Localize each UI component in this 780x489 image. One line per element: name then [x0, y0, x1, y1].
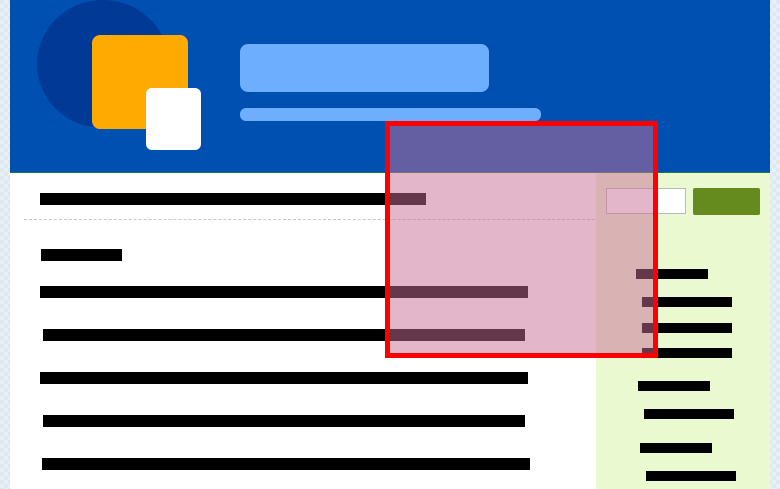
annotation-highlight-box — [385, 121, 658, 358]
sidebar-link[interactable] — [646, 471, 736, 481]
content-text-line — [40, 372, 528, 384]
logo-inner-square-icon — [146, 88, 201, 150]
content-text-line — [43, 415, 525, 427]
site-title-placeholder — [240, 44, 489, 92]
search-button[interactable] — [693, 188, 760, 215]
sidebar-link[interactable] — [644, 409, 734, 419]
site-subtitle-placeholder — [240, 108, 541, 121]
content-text-line — [42, 458, 530, 470]
sidebar-link[interactable] — [638, 381, 710, 391]
content-heading-bar — [40, 193, 426, 205]
sidebar-link[interactable] — [640, 443, 712, 453]
content-subheading-bar — [41, 249, 122, 261]
